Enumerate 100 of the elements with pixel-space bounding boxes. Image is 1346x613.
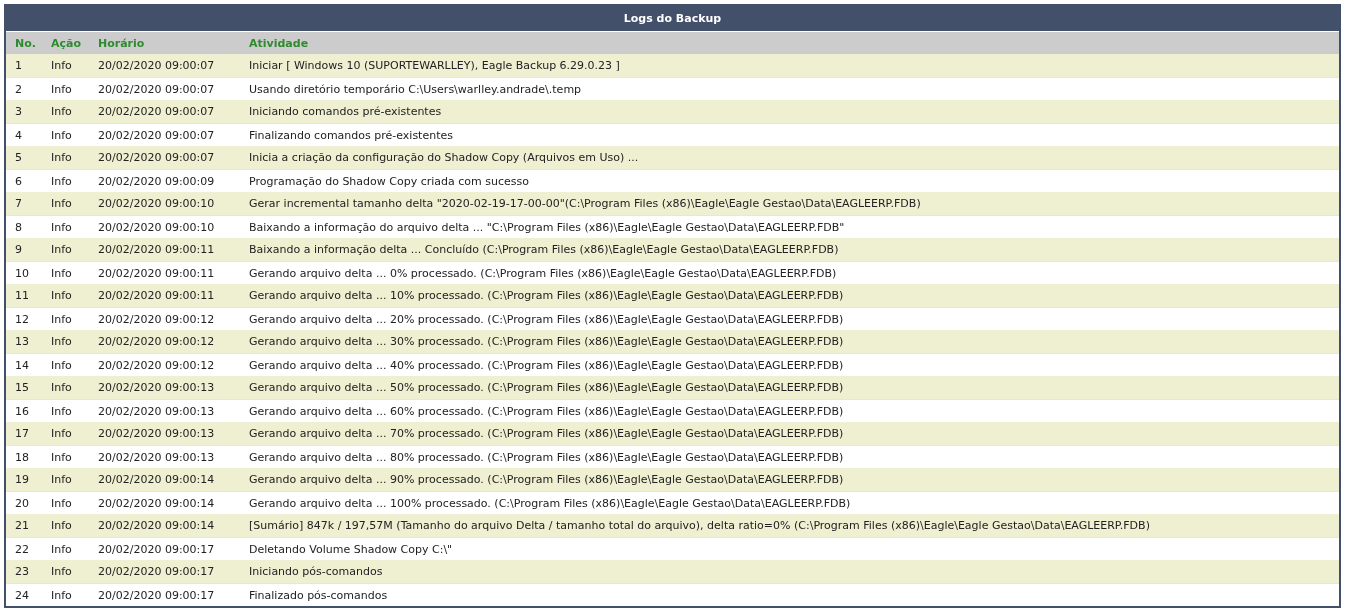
activity-cell-text: Gerando arquivo delta ... 60% processado. (C:\Program Files (x86)\Eagle\Eagle Gestao\Data\EAGLEERP.FDB) [249,404,845,418]
action-cell-text: Info [51,404,73,418]
activity-cell-text: Gerando arquivo delta ... 80% processado. (C:\Program Files (x86)\Eagle\Eagle Gestao\Data\EAGLEERP.FDB) [249,450,845,464]
row-number: 16 [15,404,30,418]
activity-cell-text: Iniciar [ Windows 10 (SUPORTEWARLLEY), Eagle Backup 6.29.0.23 ] [249,59,621,72]
panel-title: Logs do Backup [6,6,1339,31]
row-number: 3 [15,105,23,118]
time-cell-text: 20/02/2020 09:00:12 [98,312,216,326]
action-cell-text: Info [51,312,73,326]
action-cell-text: Info [51,174,73,188]
row-number: 13 [15,335,30,348]
activity-cell-text: Gerando arquivo delta ... 70% processado. (C:\Program Files (x86)\Eagle\Eagle Gestao\Data\EAGLEERP.FDB) [249,427,845,440]
activity-cell-text: Gerando arquivo delta ... 90% processado. (C:\Program Files (x86)\Eagle\Eagle Gestao\Data\EAGLEERP.FDB) [249,473,845,486]
row-number: 15 [15,381,30,394]
action-cell-text: Info [51,220,73,234]
row-number: 11 [15,289,30,302]
action-cell-text: Info [51,565,73,578]
column-header: Ação [51,36,82,50]
action-cell-text: Info [51,450,73,464]
action-cell-text: Info [51,542,73,556]
time-cell-text: 20/02/2020 09:00:14 [98,519,216,532]
column-header: Atividade [249,36,310,50]
row-number: 5 [15,151,23,164]
activity-cell-text: Gerando arquivo delta ... 30% processado. (C:\Program Files (x86)\Eagle\Eagle Gestao\Data\EAGLEERP.FDB) [249,335,845,348]
row-number: 2 [15,82,23,96]
action-cell-text: Info [51,335,73,348]
row-number: 12 [15,312,30,326]
time-cell-text: 20/02/2020 09:00:11 [98,266,216,280]
activity-cell-text: Programação do Shadow Copy criada com sucesso [249,174,530,188]
activity-cell-text: [Sumário] 847k / 197,57M (Tamanho do arquivo Delta / tamanho total do arquivo), delta ratio=0% (C:\Program Files (x86)\Eagle\Eagle Gestao\Data\EAGLEERP.FDB) [249,519,1151,532]
action-cell-text: Info [51,473,73,486]
time-cell-text: 20/02/2020 09:00:09 [98,174,216,188]
row-number: 22 [15,542,30,556]
time-cell-text: 20/02/2020 09:00:07 [98,59,216,72]
time-cell-text: 20/02/2020 09:00:14 [98,496,216,510]
activity-cell-text: Usando diretório temporário C:\Users\warlley.andrade\.temp [249,82,583,96]
action-cell-text: Info [51,128,73,142]
row-number: 10 [15,266,30,280]
action-cell-text: Info [51,266,73,280]
activity-cell-text: Baixando a informação delta ... Concluído (C:\Program Files (x86)\Eagle\Eagle Gestao\Data\EAGLEERP.FDB) [249,243,840,256]
action-cell-text: Info [51,427,73,440]
row-number: 21 [15,519,30,532]
row-number: 19 [15,473,30,486]
time-cell-text: 20/02/2020 09:00:07 [98,82,216,96]
time-cell-text: 20/02/2020 09:00:17 [98,588,216,602]
time-cell-text: 20/02/2020 09:00:13 [98,450,216,464]
activity-cell-text: Deletando Volume Shadow Copy C:\" [249,542,454,556]
time-cell-text: 20/02/2020 09:00:07 [98,128,216,142]
activity-cell-text: Finalizando comandos pré-existentes [249,128,454,142]
action-cell-text: Info [51,82,73,96]
row-number: 23 [15,565,30,578]
row-number: 4 [15,128,23,142]
action-cell-text: Info [51,496,73,510]
action-cell-text: Info [51,358,73,372]
time-cell-text: 20/02/2020 09:00:11 [98,289,216,302]
action-cell-text: Info [51,151,73,164]
activity-cell-text: Gerando arquivo delta ... 100% processado. (C:\Program Files (x86)\Eagle\Eagle Gestao\Data\EAGLEERP.FDB) [249,496,852,510]
action-cell-text: Info [51,381,73,394]
action-cell-text: Info [51,197,73,210]
row-number: 17 [15,427,30,440]
row-number: 20 [15,496,30,510]
time-cell-text: 20/02/2020 09:00:10 [98,220,216,234]
activity-cell-text: Gerando arquivo delta ... 50% processado. (C:\Program Files (x86)\Eagle\Eagle Gestao\Data\EAGLEERP.FDB) [249,381,845,394]
time-cell-text: 20/02/2020 09:00:13 [98,427,216,440]
action-cell-text: Info [51,588,73,602]
time-cell-text: 20/02/2020 09:00:17 [98,565,216,578]
activity-cell-text: Gerando arquivo delta ... 10% processado. (C:\Program Files (x86)\Eagle\Eagle Gestao\Data\EAGLEERP.FDB) [249,289,845,302]
activity-cell-text: Finalizado pós-comandos [249,588,389,602]
column-header: Horário [98,36,146,50]
row-number: 1 [15,59,23,72]
time-cell-text: 20/02/2020 09:00:07 [98,105,216,118]
activity-cell-text: Gerando arquivo delta ... 40% processado. (C:\Program Files (x86)\Eagle\Eagle Gestao\Data\EAGLEERP.FDB) [249,358,845,372]
row-number: 8 [15,220,23,234]
row-number: 9 [15,243,23,256]
activity-cell-text: Iniciando comandos pré-existentes [249,105,443,118]
time-cell-text: 20/02/2020 09:00:12 [98,335,216,348]
time-cell-text: 20/02/2020 09:00:13 [98,381,216,394]
time-cell-text: 20/02/2020 09:00:10 [98,197,216,210]
row-number: 6 [15,174,23,188]
action-cell-text: Info [51,243,73,256]
row-number: 24 [15,588,30,602]
time-cell-text: 20/02/2020 09:00:13 [98,404,216,418]
time-cell-text: 20/02/2020 09:00:14 [98,473,216,486]
action-cell-text: Info [51,519,73,532]
activity-cell-text: Gerando arquivo delta ... 20% processado. (C:\Program Files (x86)\Eagle\Eagle Gestao\Data\EAGLEERP.FDB) [249,312,845,326]
row-number: 18 [15,450,30,464]
time-cell-text: 20/02/2020 09:00:12 [98,358,216,372]
time-cell-text: 20/02/2020 09:00:17 [98,542,216,556]
time-cell-text: 20/02/2020 09:00:07 [98,151,216,164]
row-number: 14 [15,358,30,372]
action-cell-text: Info [51,289,73,302]
activity-cell-text: Baixando a informação do arquivo delta ... "C:\Program Files (x86)\Eagle\Eagle Gestao\Data\EAGLEERP.FDB" [249,220,846,234]
activity-cell-text: Gerando arquivo delta ... 0% processado. (C:\Program Files (x86)\Eagle\Eagle Gestao\Data\EAGLEERP.FDB) [249,266,838,280]
action-cell-text: Info [51,59,73,72]
action-cell-text: Info [51,105,73,118]
activity-cell-text: Gerar incremental tamanho delta "2020-02-19-17-00-00"(C:\Program Files (x86)\Eagle\Eagle Gestao\Data\EAGLEERP.FDB) [249,197,922,210]
time-cell-text: 20/02/2020 09:00:11 [98,243,216,256]
activity-cell-text: Inicia a criação da configuração do Shadow Copy (Arquivos em Uso) ... [249,151,640,164]
column-header: No. [15,36,37,50]
activity-cell-text: Iniciando pós-comandos [249,565,384,578]
